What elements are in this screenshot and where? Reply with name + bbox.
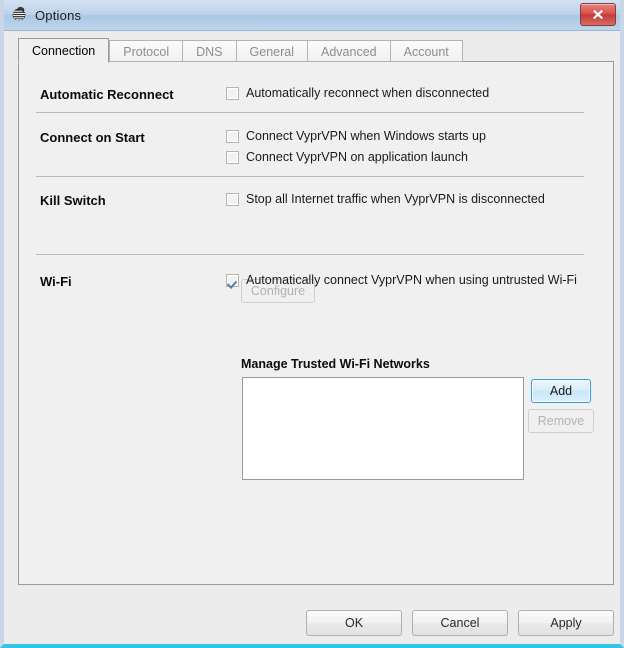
checkbox-label-connect-app-launch: Connect VyprVPN on application launch: [246, 150, 468, 164]
manage-trusted-networks-title: Manage Trusted Wi-Fi Networks: [241, 357, 430, 371]
divider-3: [36, 254, 584, 255]
remove-button[interactable]: Remove: [528, 409, 594, 433]
checkbox-kill-switch[interactable]: Stop all Internet traffic when VyprVPN i…: [226, 192, 545, 206]
checkbox-box-connect-app-launch[interactable]: [226, 150, 239, 164]
tab-connection[interactable]: Connection: [18, 38, 110, 63]
vyprvpn-swirl-icon: [10, 6, 28, 24]
tab-advanced[interactable]: Advanced: [307, 40, 390, 62]
checkbox-label-kill-switch: Stop all Internet traffic when VyprVPN i…: [246, 192, 545, 206]
close-button[interactable]: [580, 3, 616, 26]
checkbox-box-automatic-reconnect[interactable]: [226, 86, 239, 100]
section-label-automatic-reconnect: Automatic Reconnect: [40, 87, 174, 102]
ok-button[interactable]: OK: [306, 610, 402, 636]
apply-button[interactable]: Apply: [518, 610, 614, 636]
divider-1: [36, 112, 584, 113]
cancel-button[interactable]: Cancel: [412, 610, 508, 636]
window-title: Options: [35, 7, 82, 23]
close-icon: [593, 10, 603, 19]
section-label-connect-on-start: Connect on Start: [40, 130, 145, 145]
tab-protocol[interactable]: Protocol: [109, 40, 183, 62]
tab-account[interactable]: Account: [389, 40, 463, 62]
connection-tab-panel: Automatic Reconnect Automatically reconn…: [18, 61, 614, 585]
checkbox-connect-windows-start[interactable]: Connect VyprVPN when Windows starts up: [226, 129, 486, 143]
checkbox-label-connect-windows-start: Connect VyprVPN when Windows starts up: [246, 129, 486, 143]
options-dialog-window: Options Connection Protocol DNS General …: [0, 0, 624, 648]
divider-2: [36, 176, 584, 177]
section-label-kill-switch: Kill Switch: [40, 193, 106, 208]
tab-dns[interactable]: DNS: [182, 40, 236, 62]
checkbox-label-auto-connect-untrusted-wifi: Automatically connect VyprVPN when using…: [246, 273, 577, 287]
checkbox-box-auto-connect-untrusted-wifi[interactable]: [226, 273, 239, 287]
tab-strip: Connection Protocol DNS General Advanced…: [18, 38, 463, 63]
checkbox-box-connect-windows-start[interactable]: [226, 129, 239, 143]
checkbox-box-kill-switch[interactable]: [226, 192, 239, 206]
checkbox-auto-connect-untrusted-wifi[interactable]: Automatically connect VyprVPN when using…: [226, 273, 577, 287]
title-bar: Options: [4, 0, 620, 31]
checkbox-connect-app-launch[interactable]: Connect VyprVPN on application launch: [226, 150, 468, 164]
checkbox-automatic-reconnect[interactable]: Automatically reconnect when disconnecte…: [226, 86, 489, 100]
section-label-wifi: Wi-Fi: [40, 274, 72, 289]
add-button[interactable]: Add: [531, 379, 591, 403]
tab-general[interactable]: General: [235, 40, 307, 62]
checkbox-label-automatic-reconnect: Automatically reconnect when disconnecte…: [246, 86, 490, 100]
trusted-wifi-networks-listbox[interactable]: [242, 377, 524, 480]
